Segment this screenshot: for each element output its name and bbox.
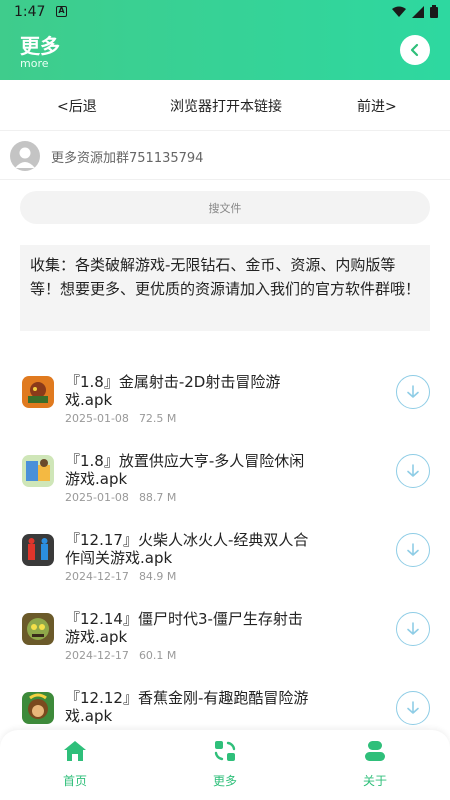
- list-item[interactable]: 『12.17』火柴人冰火人-经典双人合作闯关游戏.apk 2024-12-17 8…: [0, 513, 450, 591]
- file-name: 『1.8』放置供应大亨-多人冒险休闲游戏.apk: [65, 452, 305, 488]
- tab-about-label: 关于: [362, 774, 387, 788]
- notice-row: 更多资源加群751135794: [0, 130, 450, 180]
- more-grid-icon: [214, 741, 236, 761]
- banana-kong-icon: [22, 692, 54, 724]
- list-item[interactable]: 『12.14』僵尸时代3-僵尸生存射击游戏.apk 2024-12-17 60.1…: [0, 592, 450, 670]
- user-avatar-icon: [15, 147, 35, 168]
- wifi-icon: [392, 6, 406, 17]
- user-icon: [365, 741, 385, 761]
- file-name: 『12.17』火柴人冰火人-经典双人合作闯关游戏.apk: [65, 531, 309, 567]
- file-meta: 2025-01-08 88.7 M: [65, 491, 176, 504]
- nav-back-link[interactable]: <后退: [57, 96, 97, 116]
- search-placeholder: 搜文件: [208, 201, 242, 215]
- status-icons: [392, 5, 438, 18]
- zombie-age-icon: [22, 613, 54, 645]
- file-name: 『12.12』香蕉金刚-有趣跑酷冒险游戏.apk: [65, 689, 309, 725]
- download-button[interactable]: [396, 691, 430, 725]
- notification-icon: A: [56, 6, 67, 17]
- file-date: 2025-01-08: [65, 412, 129, 425]
- open-in-browser-link[interactable]: 浏览器打开本链接: [170, 96, 282, 116]
- tab-more[interactable]: 更多: [195, 740, 255, 789]
- tab-about[interactable]: 关于: [345, 740, 405, 789]
- home-icon: [64, 741, 86, 761]
- chevron-left-icon: [410, 43, 419, 57]
- metal-shooter-icon: [22, 376, 54, 408]
- download-button[interactable]: [396, 533, 430, 567]
- intro-card: 收集：各类破解游戏-无限钻石、金币、资源、内购版等等！想要更多、更优质的资源请加…: [20, 245, 430, 331]
- tab-more-label: 更多: [212, 774, 237, 788]
- file-name: 『1.8』金属射击-2D射击冒险游戏.apk: [65, 373, 281, 409]
- file-size: 60.1 M: [138, 649, 177, 662]
- file-date: 2024-12-17: [65, 649, 129, 662]
- list-item[interactable]: 『1.8』放置供应大亨-多人冒险休闲游戏.apk 2025-01-08 88.7 …: [0, 434, 450, 512]
- app-header: 1:47 A 更多 more: [0, 0, 450, 80]
- download-arrow-icon: [407, 701, 419, 714]
- tab-home-label: 首页: [62, 774, 87, 788]
- file-meta: 2025-01-08 72.5 M: [65, 412, 176, 425]
- page-title: 更多: [20, 34, 60, 58]
- search-input[interactable]: 搜文件: [20, 191, 430, 224]
- download-button[interactable]: [396, 612, 430, 646]
- back-button[interactable]: [400, 35, 430, 65]
- file-name: 『12.14』僵尸时代3-僵尸生存射击游戏.apk: [65, 610, 303, 646]
- status-time: 1:47: [14, 4, 46, 20]
- download-arrow-icon: [407, 385, 419, 398]
- stickman-icon: [22, 534, 54, 566]
- avatar: [10, 141, 40, 171]
- status-bar: 1:47 A: [0, 0, 450, 24]
- download-button[interactable]: [396, 375, 430, 409]
- file-size: 88.7 M: [138, 491, 177, 504]
- file-date: 2024-12-17: [65, 570, 129, 583]
- page-subtitle: more: [20, 57, 49, 70]
- nav-forward-link[interactable]: 前进>: [357, 96, 397, 116]
- battery-icon: [430, 5, 438, 18]
- notice-text: 更多资源加群751135794: [51, 151, 204, 166]
- list-item[interactable]: 『1.8』金属射击-2D射击冒险游戏.apk 2025-01-08 72.5 M: [0, 355, 450, 433]
- download-arrow-icon: [407, 464, 419, 477]
- supply-tycoon-icon: [22, 455, 54, 487]
- download-button[interactable]: [396, 454, 430, 488]
- signal-icon: [412, 5, 424, 18]
- download-arrow-icon: [407, 622, 419, 635]
- intro-text: 收集：各类破解游戏-无限钻石、金币、资源、内购版等等！想要更多、更优质的资源请加…: [30, 256, 421, 298]
- file-size: 72.5 M: [138, 412, 177, 425]
- browser-nav: <后退 浏览器打开本链接 前进>: [0, 80, 450, 130]
- download-arrow-icon: [407, 543, 419, 556]
- tab-home[interactable]: 首页: [45, 740, 105, 789]
- bottom-tab-bar: 首页 更多 关于: [0, 730, 450, 800]
- file-size: 84.9 M: [138, 570, 177, 583]
- file-date: 2025-01-08: [65, 491, 129, 504]
- file-meta: 2024-12-17 84.9 M: [65, 570, 176, 583]
- file-meta: 2024-12-17 60.1 M: [65, 649, 176, 662]
